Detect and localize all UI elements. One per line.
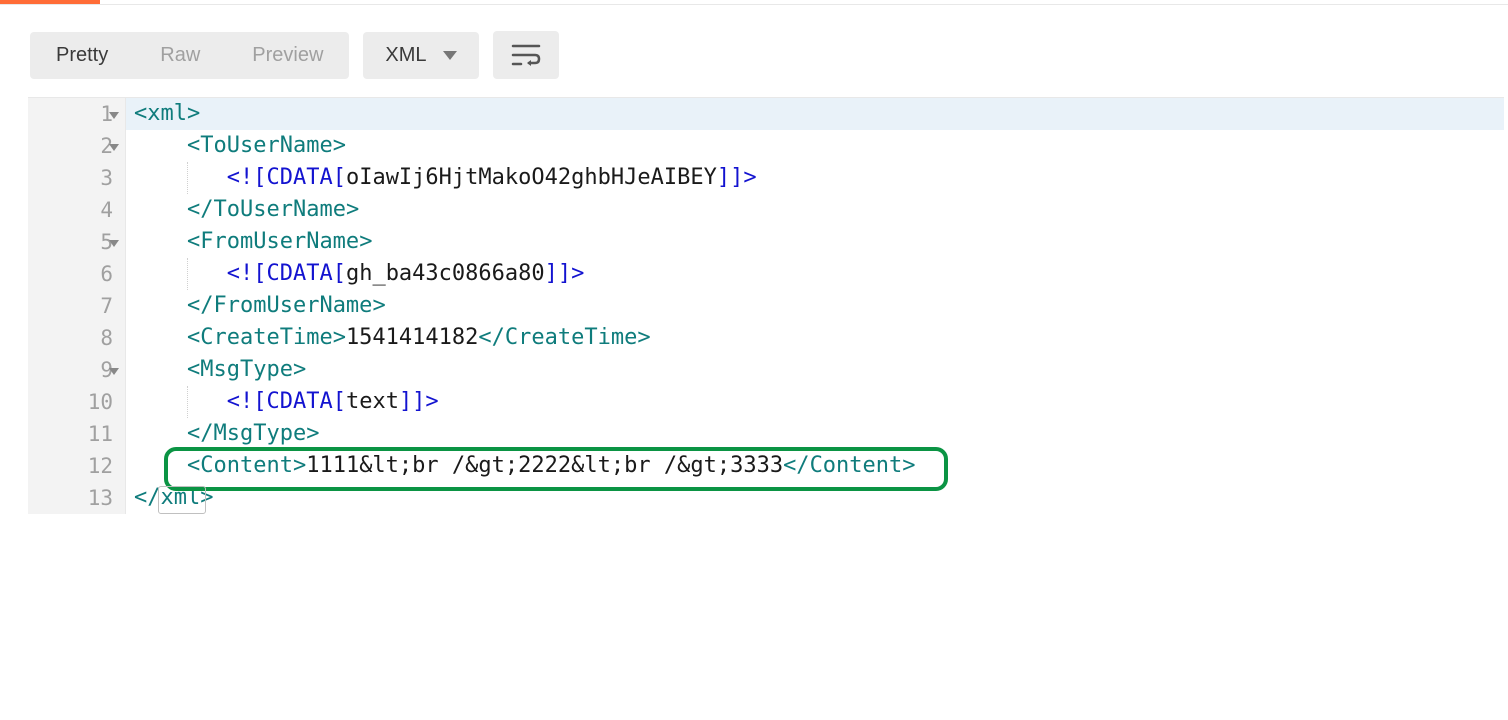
wrap-lines-icon <box>511 42 541 68</box>
gutter-line-10: 10 <box>28 386 117 418</box>
code-line-4: </ToUserName> <box>126 194 1504 226</box>
line-gutter: 1 2 3 4 5 6 7 8 9 10 11 12 13 <box>28 98 126 514</box>
code-line-6: <![CDATA[gh_ba43c0866a80]]> <box>126 258 1504 290</box>
code-line-11: </MsgType> <box>126 418 1504 450</box>
wrap-lines-button[interactable] <box>493 31 559 79</box>
gutter-line-11: 11 <box>28 418 117 450</box>
gutter-line-13: 13 <box>28 482 117 514</box>
code-line-13: </xml> <box>126 482 1504 514</box>
code-line-2: <ToUserName> <box>126 130 1504 162</box>
code-line-3: <![CDATA[oIawIj6HjtMakoO42ghbHJeAIBEY]]> <box>126 162 1504 194</box>
code-lines: <xml> <ToUserName> <![CDATA[oIawIj6HjtMa… <box>126 98 1504 514</box>
code-line-1: <xml> <box>126 98 1504 130</box>
format-selector[interactable]: XML <box>363 32 478 79</box>
gutter-line-12: 12 <box>28 450 117 482</box>
fold-caret-icon[interactable] <box>109 368 119 375</box>
chevron-down-icon <box>443 51 457 60</box>
gutter-line-7: 7 <box>28 290 117 322</box>
gutter-line-9: 9 <box>28 354 117 386</box>
fold-caret-icon[interactable] <box>109 144 119 151</box>
code-line-10: <![CDATA[text]]> <box>126 386 1504 418</box>
fold-caret-icon[interactable] <box>109 240 119 247</box>
gutter-line-2: 2 <box>28 130 117 162</box>
gutter-line-4: 4 <box>28 194 117 226</box>
code-line-7: </FromUserName> <box>126 290 1504 322</box>
gutter-line-8: 8 <box>28 322 117 354</box>
gutter-line-1: 1 <box>28 98 117 130</box>
code-line-5: <FromUserName> <box>126 226 1504 258</box>
tab-pretty[interactable]: Pretty <box>30 32 134 79</box>
format-selector-label: XML <box>385 44 426 67</box>
code-line-8: <CreateTime>1541414182</CreateTime> <box>126 322 1504 354</box>
response-toolbar: Pretty Raw Preview XML <box>0 5 1508 97</box>
tab-preview[interactable]: Preview <box>226 32 349 79</box>
fold-caret-icon[interactable] <box>109 112 119 119</box>
gutter-line-3: 3 <box>28 162 117 194</box>
gutter-line-5: 5 <box>28 226 117 258</box>
code-line-9: <MsgType> <box>126 354 1504 386</box>
gutter-line-6: 6 <box>28 258 117 290</box>
code-editor[interactable]: 1 2 3 4 5 6 7 8 9 10 11 12 13 <xml> <ToU… <box>28 97 1504 514</box>
tab-raw[interactable]: Raw <box>134 32 226 79</box>
code-line-12: <Content>1111&lt;br /&gt;2222&lt;br /&gt… <box>126 450 1504 482</box>
view-tabs: Pretty Raw Preview <box>30 32 349 79</box>
